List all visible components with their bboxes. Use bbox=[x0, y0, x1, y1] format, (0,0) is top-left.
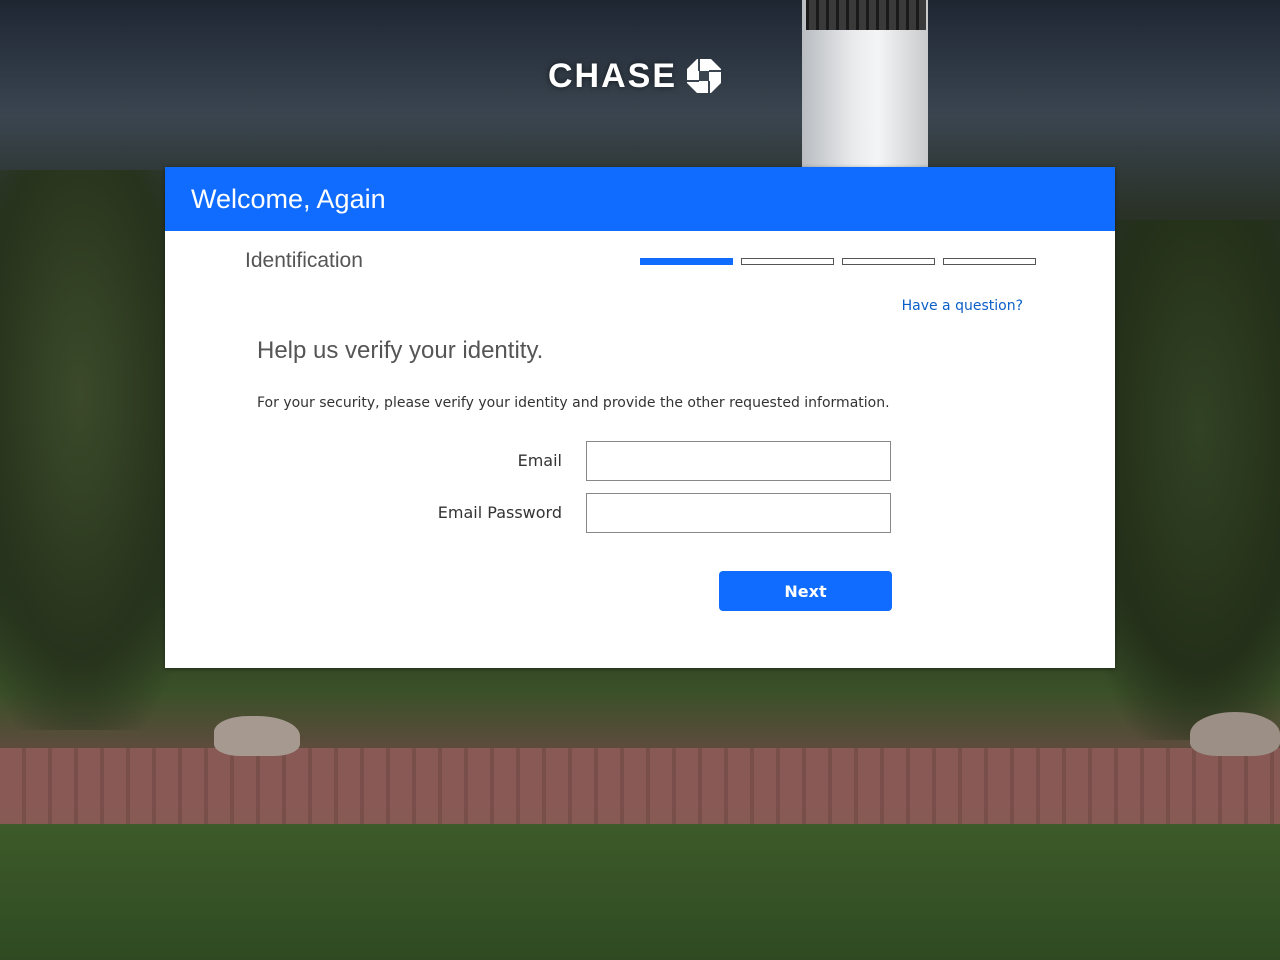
progress-step-1 bbox=[640, 258, 733, 265]
next-button[interactable]: Next bbox=[719, 571, 892, 611]
brand-name: CHASE bbox=[548, 56, 678, 95]
email-password-row: Email Password bbox=[165, 493, 1115, 533]
progress-step-4 bbox=[943, 258, 1036, 265]
have-a-question-link[interactable]: Have a question? bbox=[902, 298, 1023, 314]
lighthouse-railing bbox=[806, 0, 926, 30]
progress-indicator bbox=[640, 258, 1036, 265]
chase-logo: CHASE bbox=[548, 56, 732, 96]
email-field[interactable] bbox=[586, 441, 891, 481]
rock-left bbox=[214, 716, 300, 756]
progress-step-3 bbox=[842, 258, 935, 265]
step-title: Identification bbox=[245, 249, 363, 272]
rock-right bbox=[1190, 712, 1280, 756]
page-heading: Help us verify your identity. bbox=[257, 337, 544, 364]
email-label: Email bbox=[517, 451, 562, 470]
verification-card: Welcome, Again Identification Have a que… bbox=[165, 167, 1115, 668]
email-password-label: Email Password bbox=[437, 503, 562, 522]
header-title: Welcome, Again bbox=[191, 183, 386, 214]
progress-step-2 bbox=[741, 258, 834, 265]
step-row: Identification bbox=[165, 231, 1115, 291]
email-password-field[interactable] bbox=[586, 493, 891, 533]
chase-octagon-icon bbox=[687, 59, 722, 93]
card-header: Welcome, Again bbox=[165, 167, 1115, 231]
brick-walkway bbox=[0, 748, 1280, 824]
email-row: Email bbox=[165, 441, 1115, 481]
page-description: For your security, please verify your id… bbox=[257, 395, 890, 411]
